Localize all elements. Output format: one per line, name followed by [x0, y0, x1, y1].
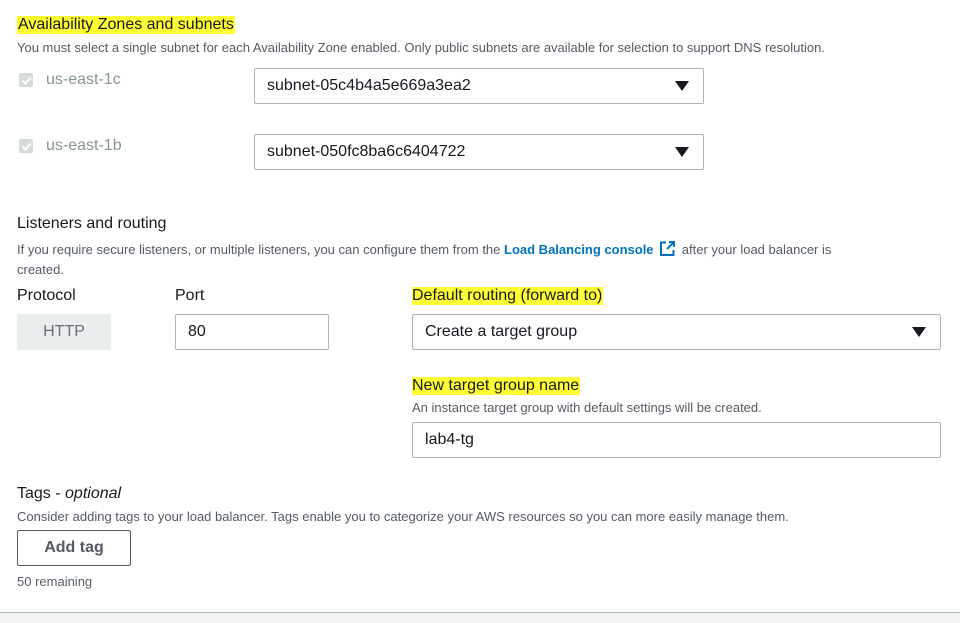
tags-title-text: Tags - [17, 485, 61, 502]
listeners-desc-text: If you require secure listeners, or mult… [17, 242, 501, 257]
subnet-select-us-east-1c[interactable]: subnet-05c4b4a5e669a3ea2 [254, 68, 704, 104]
default-routing-value: Create a target group [425, 323, 578, 340]
protocol-field: HTTP [17, 314, 111, 350]
default-routing-label: Default routing (forward to) [412, 287, 604, 305]
subnet-value: subnet-050fc8ba6c6404722 [267, 143, 466, 160]
az-label-us-east-1b: us-east-1b [46, 137, 122, 154]
load-balancing-console-link[interactable]: Load Balancing console [504, 242, 654, 257]
check-icon [21, 142, 31, 151]
listeners-desc-text-after: after your load balancer is [681, 242, 832, 257]
target-group-name-label: New target group name [412, 377, 581, 395]
caret-down-icon [675, 147, 689, 157]
target-group-description: An instance target group with default se… [412, 400, 762, 415]
az-checkbox-us-east-1c[interactable] [19, 73, 33, 87]
port-label: Port [175, 287, 205, 304]
default-routing-select[interactable]: Create a target group [412, 314, 941, 350]
target-group-name-input[interactable] [412, 422, 941, 458]
listeners-description: If you require secure listeners, or mult… [17, 240, 831, 257]
tags-description: Consider adding tags to your load balanc… [17, 509, 789, 524]
subnet-value: subnet-05c4b4a5e669a3ea2 [267, 77, 471, 94]
az-checkbox-us-east-1b[interactable] [19, 139, 33, 153]
tags-remaining: 50 remaining [17, 574, 93, 589]
az-section-description: You must select a single subnet for each… [17, 40, 825, 55]
tags-optional-text: optional [65, 485, 122, 502]
caret-down-icon [912, 327, 926, 337]
subnet-select-us-east-1b[interactable]: subnet-050fc8ba6c6404722 [254, 134, 704, 170]
add-tag-button[interactable]: Add tag [17, 530, 131, 566]
section-divider [0, 612, 960, 623]
listeners-description-line2: created. [17, 262, 64, 277]
protocol-label: Protocol [17, 287, 76, 304]
az-label-us-east-1c: us-east-1c [46, 71, 121, 88]
external-link-icon[interactable] [659, 240, 676, 257]
check-icon [21, 76, 31, 85]
listeners-title: Listeners and routing [17, 215, 167, 232]
az-section-title: Availability Zones and subnets [17, 16, 235, 34]
port-input[interactable] [175, 314, 329, 350]
caret-down-icon [675, 81, 689, 91]
tags-title: Tags - optional [17, 485, 121, 503]
